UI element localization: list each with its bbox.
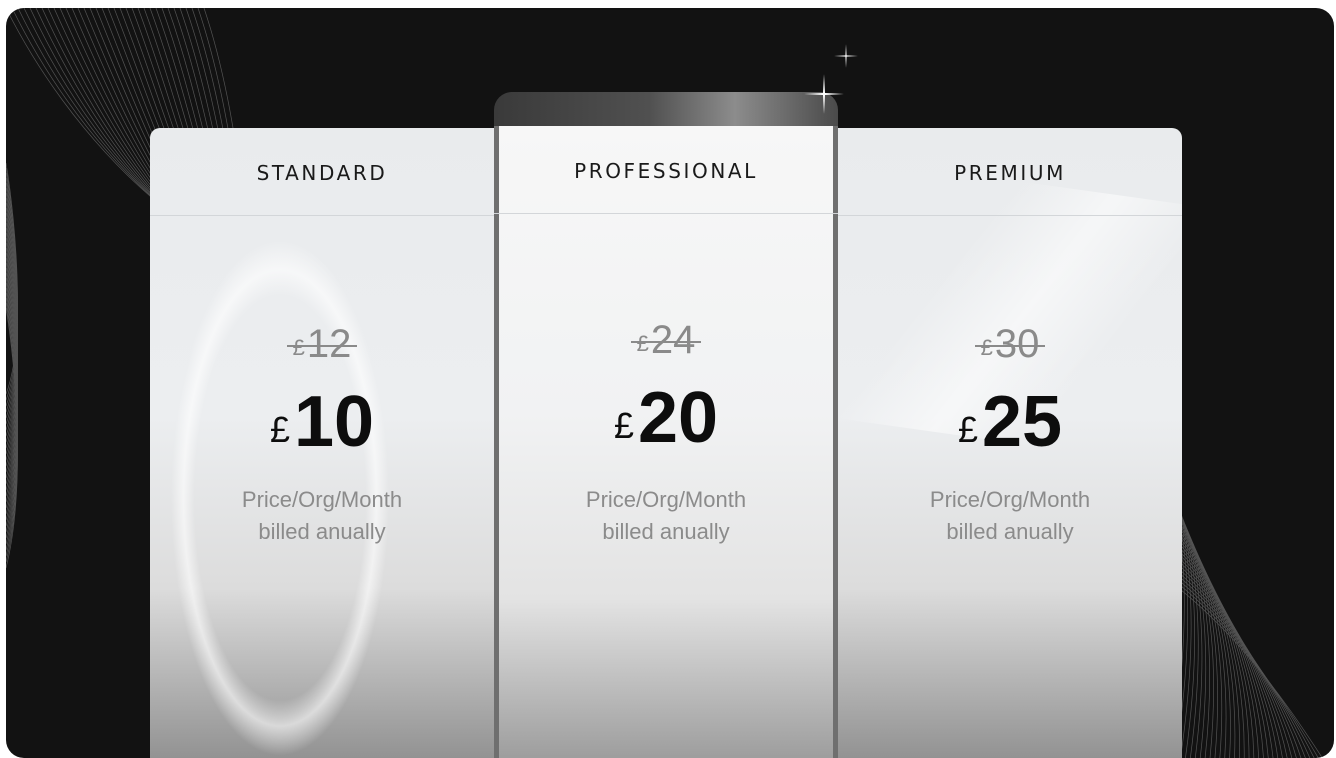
original-price: £12: [286, 324, 358, 364]
decorative-line: [6, 282, 18, 539]
decorative-line: [6, 197, 18, 437]
current-price-currency: £: [269, 409, 290, 450]
price-note-line: Price/Org/Month: [241, 487, 403, 512]
decorative-line: [6, 187, 18, 425]
decorative-line: [6, 172, 18, 407]
plan-card-standard: STANDARD £12 £10 Price/Org/Month billed …: [150, 128, 494, 758]
decorative-line: [6, 292, 18, 551]
decorative-line: [6, 167, 18, 401]
sparkle-icon: [834, 44, 858, 68]
original-price-currency: £: [980, 335, 993, 360]
decorative-line: [6, 192, 18, 431]
current-price-currency: £: [957, 409, 978, 450]
current-price-currency: £: [613, 405, 634, 446]
price-note-line: billed anually: [946, 519, 1074, 544]
current-price: £20: [494, 382, 838, 454]
decorative-line: [6, 227, 18, 473]
plan-card-body: £30 £25 Price/Org/Month billed anually: [838, 216, 1182, 548]
strikethrough-line: [286, 344, 358, 347]
decorative-line: [6, 232, 18, 479]
decorative-line: [6, 272, 18, 527]
plan-name: PROFESSIONAL: [574, 158, 758, 183]
plan-card-header: STANDARD: [150, 128, 494, 216]
decorative-line: [6, 257, 18, 509]
plan-name: STANDARD: [256, 160, 388, 185]
price-note-line: billed anually: [602, 519, 730, 544]
price-note: Price/Org/Month billed anually: [838, 484, 1182, 548]
decorative-line: [6, 267, 18, 521]
plan-card-header: PROFESSIONAL: [494, 126, 838, 214]
decorative-line: [6, 222, 18, 467]
decorative-line: [6, 182, 18, 419]
price-note: Price/Org/Month billed anually: [150, 484, 494, 548]
price-note: Price/Org/Month billed anually: [494, 484, 838, 548]
strikethrough-line: [630, 340, 702, 343]
decorative-line: [6, 212, 18, 455]
decorative-line: [6, 242, 18, 491]
strikethrough-line: [974, 344, 1046, 347]
plan-name: PREMIUM: [954, 160, 1066, 185]
current-price-amount: 20: [637, 378, 719, 458]
decorative-line: [6, 177, 18, 413]
current-price: £25: [838, 386, 1182, 458]
current-price: £10: [150, 386, 494, 458]
plan-card-body: £12 £10 Price/Org/Month billed anually: [150, 216, 494, 548]
decorative-line: [6, 277, 18, 533]
plan-card-professional: PROFESSIONAL £24 £20 Price/Org/Month bil…: [494, 126, 838, 758]
decorative-line: [6, 247, 18, 497]
original-price-currency: £: [636, 331, 649, 356]
decorative-line: [6, 307, 18, 568]
current-price-amount: 10: [293, 382, 375, 462]
price-note-line: Price/Org/Month: [585, 487, 747, 512]
decorative-line: [6, 302, 18, 563]
price-note-line: Price/Org/Month: [929, 487, 1091, 512]
decorative-line: [6, 162, 18, 395]
decorative-line: [6, 207, 18, 449]
decorative-line: [6, 217, 18, 461]
decorative-line: [6, 287, 18, 545]
plan-card-premium: PREMIUM £30 £25 Price/Org/Month billed a…: [838, 128, 1182, 758]
sparkle-icon: [804, 74, 844, 114]
decorative-line: [6, 202, 18, 443]
original-price: £30: [974, 324, 1046, 364]
price-note-line: billed anually: [258, 519, 386, 544]
original-price: £24: [630, 320, 702, 360]
pricing-frame: STANDARD £12 £10 Price/Org/Month billed …: [6, 8, 1334, 758]
current-price-amount: 25: [981, 382, 1063, 462]
decorative-line: [6, 252, 18, 503]
original-price-currency: £: [292, 335, 305, 360]
decorative-line: [6, 237, 18, 485]
decorative-line: [6, 262, 18, 515]
plan-card-body: £24 £20 Price/Org/Month billed anually: [494, 214, 838, 548]
plan-card-header: PREMIUM: [838, 128, 1182, 216]
decorative-line: [6, 297, 18, 557]
